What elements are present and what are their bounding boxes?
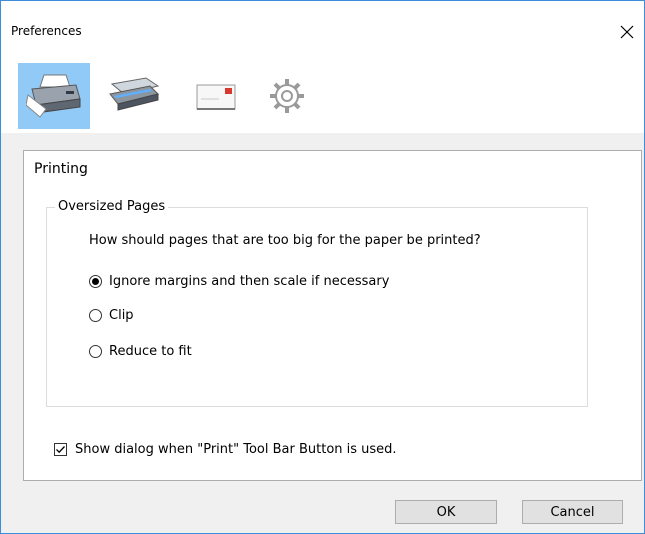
toolbar-item-printing[interactable] [18, 63, 90, 129]
ok-button[interactable]: OK [395, 500, 497, 524]
show-dialog-checkbox[interactable] [54, 442, 67, 456]
show-dialog-label: Show dialog when "Print" Tool Bar Button… [75, 441, 397, 457]
panel-title: Printing [34, 161, 88, 177]
oversized-pages-group: Oversized Pages How should pages that ar… [46, 199, 588, 407]
toolbar-item-email[interactable] [181, 63, 253, 129]
toolbar-item-general[interactable] [251, 63, 323, 129]
radio-button[interactable] [89, 274, 102, 288]
close-button[interactable] [610, 17, 644, 47]
radio-reduce-to-fit[interactable]: Reduce to fit [89, 342, 192, 360]
category-toolbar [1, 49, 644, 133]
scanner-icon [109, 77, 160, 111]
printing-panel: Printing Oversized Pages How should page… [23, 150, 642, 481]
window-title: Preferences [11, 24, 82, 38]
radio-label: Reduce to fit [109, 343, 192, 359]
radio-label: Clip [109, 307, 134, 323]
checkmark-icon [56, 445, 65, 453]
gear-icon [270, 79, 304, 113]
envelope-icon [196, 84, 236, 110]
toolbar-item-scanning[interactable] [98, 63, 170, 129]
oversize-question: How should pages that are too big for th… [89, 233, 481, 248]
show-dialog-option[interactable]: Show dialog when "Print" Tool Bar Button… [54, 440, 397, 458]
radio-label: Ignore margins and then scale if necessa… [109, 273, 390, 289]
radio-ignore-margins[interactable]: Ignore margins and then scale if necessa… [89, 272, 389, 290]
radio-button[interactable] [89, 344, 102, 358]
preferences-dialog: Preferences Printing Oversized Pages How… [0, 0, 645, 534]
radio-clip[interactable]: Clip [89, 306, 134, 324]
close-icon [620, 25, 634, 39]
printer-icon [26, 74, 81, 118]
group-legend: Oversized Pages [55, 199, 169, 214]
cancel-button[interactable]: Cancel [522, 500, 623, 524]
title-bar: Preferences [1, 1, 644, 49]
radio-button[interactable] [89, 308, 102, 322]
